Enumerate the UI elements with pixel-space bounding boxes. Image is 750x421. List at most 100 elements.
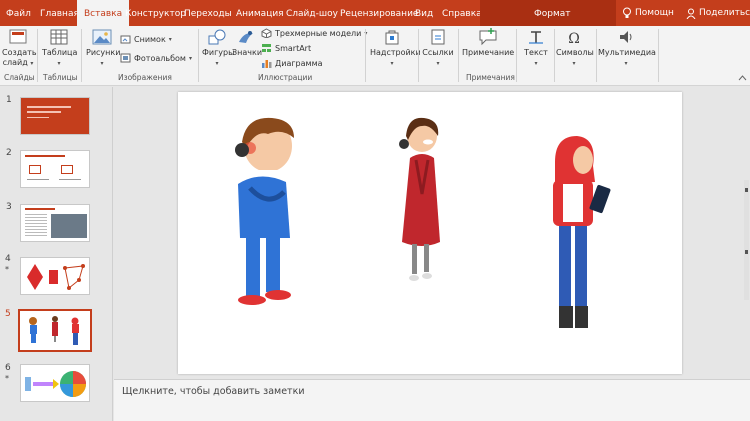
- collapse-ribbon-icon[interactable]: [738, 74, 747, 81]
- tab-transitions[interactable]: Переходы: [184, 0, 232, 26]
- character-boy-blue[interactable]: [216, 112, 306, 312]
- group-label-images: Изображения: [118, 73, 172, 82]
- photo-album-icon: [120, 53, 131, 63]
- photo-album-button[interactable]: Фотоальбом ▾: [120, 53, 192, 63]
- icons-button[interactable]: Значки: [232, 28, 262, 58]
- tell-me-button[interactable]: Помощн: [622, 0, 674, 26]
- thumb-shapes-art: [27, 264, 85, 290]
- pane-divider[interactable]: [112, 87, 113, 421]
- icons-icon: [239, 31, 253, 43]
- ribbon-tab-bar: Файл Главная Вставка Конструктор Переход…: [0, 0, 750, 27]
- speaker-icon: [620, 31, 632, 43]
- 3d-models-button[interactable]: Трехмерные модели▾: [261, 28, 367, 38]
- notes-pane[interactable]: Щелкните, чтобы добавить заметки: [114, 379, 750, 421]
- shapes-icon: [208, 29, 226, 45]
- lightbulb-icon: [623, 7, 631, 18]
- thumb-text-block: [25, 214, 47, 238]
- thumb-image-grid: [51, 214, 87, 238]
- comment-button[interactable]: Примечание: [462, 28, 514, 58]
- share-label: Поделиться: [699, 8, 750, 18]
- comment-icon: [479, 28, 497, 46]
- animation-star: *: [5, 374, 9, 383]
- chart-button[interactable]: Диаграмма: [261, 58, 323, 68]
- tab-home[interactable]: Главная: [40, 0, 79, 26]
- text-button[interactable]: Текст ▾: [520, 28, 552, 69]
- link-icon: [431, 29, 445, 45]
- slide-thumbnail-5[interactable]: [18, 309, 92, 352]
- thumb-number: 2: [6, 148, 12, 158]
- tab-view[interactable]: Вид: [415, 0, 433, 26]
- divider: [516, 29, 517, 82]
- slide-thumbnail-1[interactable]: [20, 97, 90, 135]
- divider: [81, 29, 82, 82]
- thumb-subtitle-line: [27, 117, 49, 118]
- group-label-comments: Примечания: [466, 73, 515, 82]
- thumb-text-line: [59, 179, 81, 180]
- table-button[interactable]: Таблица ▾: [42, 28, 77, 69]
- tell-me-label: Помощн: [635, 8, 674, 18]
- thumb-box: [61, 165, 73, 174]
- shapes-button[interactable]: Фигуры ▾: [202, 28, 234, 69]
- divider: [365, 29, 366, 82]
- tab-design[interactable]: Конструктор: [125, 0, 186, 26]
- slide-thumbnail-3[interactable]: [20, 204, 90, 242]
- thumb-number: 1: [6, 95, 12, 105]
- thumb-box: [29, 165, 41, 174]
- pictures-button[interactable]: Рисунки ▾: [86, 28, 120, 69]
- slide-thumbnail-pane: 1 2 3 4 * 5 6 *: [0, 87, 110, 421]
- links-button[interactable]: Ссылки ▾: [421, 28, 455, 69]
- smartart-icon: [262, 44, 271, 52]
- divider: [198, 29, 199, 82]
- person-icon: [686, 8, 696, 19]
- thumb-title-line: [27, 106, 71, 108]
- thumb-characters-art: [29, 316, 79, 345]
- table-icon: [50, 29, 68, 45]
- divider: [418, 29, 419, 82]
- share-button[interactable]: Поделиться: [686, 0, 750, 26]
- thumb-text-line: [27, 179, 49, 180]
- smartart-button[interactable]: SmartArt: [261, 43, 311, 53]
- divider: [458, 29, 459, 82]
- divider: [37, 29, 38, 82]
- tab-insert[interactable]: Вставка: [77, 0, 130, 27]
- thumb-number: 3: [6, 202, 12, 212]
- slide-thumbnail-6[interactable]: [20, 364, 90, 402]
- addins-button[interactable]: Надстройки ▾: [370, 28, 421, 69]
- animation-star: *: [5, 265, 9, 274]
- thumb-diagram-art: [25, 371, 86, 397]
- powerpoint-window: Файл Главная Вставка Конструктор Переход…: [0, 0, 750, 421]
- tab-review[interactable]: Рецензирование: [340, 0, 418, 26]
- vertical-scrollbar[interactable]: [744, 180, 749, 300]
- group-label-tables: Таблицы: [43, 73, 78, 82]
- slide-canvas[interactable]: [178, 92, 682, 374]
- screenshot-button[interactable]: Снимок ▾: [120, 34, 172, 44]
- media-button[interactable]: Мультимедиа ▾: [598, 28, 656, 69]
- screenshot-icon: [120, 35, 131, 44]
- divider: [596, 29, 597, 82]
- tab-slideshow[interactable]: Слайд-шоу: [286, 0, 338, 26]
- character-hoodie-tablet[interactable]: [543, 132, 623, 337]
- slide-thumbnail-4[interactable]: [20, 257, 90, 295]
- chart-icon: [262, 60, 272, 68]
- slide-thumbnail-2[interactable]: [20, 150, 90, 188]
- tab-help[interactable]: Справка: [442, 0, 482, 26]
- divider: [658, 29, 659, 82]
- symbols-button[interactable]: Ω Символы ▾: [556, 28, 594, 69]
- ribbon: Создать слайд ▾ Слайды Таблица ▾ Таблицы …: [0, 26, 750, 86]
- new-slide-button[interactable]: Создать слайд ▾: [2, 28, 37, 69]
- character-girl-red[interactable]: [390, 114, 450, 299]
- picture-icon: [92, 29, 112, 45]
- tab-animations[interactable]: Анимация: [236, 0, 284, 26]
- thumb-title-line: [25, 208, 55, 210]
- group-label-slides: Слайды: [4, 73, 35, 82]
- omega-icon: Ω: [568, 31, 580, 46]
- group-label-illustrations: Иллюстрации: [258, 73, 313, 82]
- addins-icon: [385, 30, 399, 45]
- thumb-number: 6: [5, 363, 11, 373]
- thumb-number: 5: [5, 309, 11, 319]
- divider: [554, 29, 555, 82]
- new-slide-icon: [9, 29, 27, 44]
- tab-format[interactable]: Формат: [534, 0, 571, 26]
- svg-text:Ω: Ω: [568, 31, 580, 46]
- tab-file[interactable]: Файл: [6, 0, 31, 26]
